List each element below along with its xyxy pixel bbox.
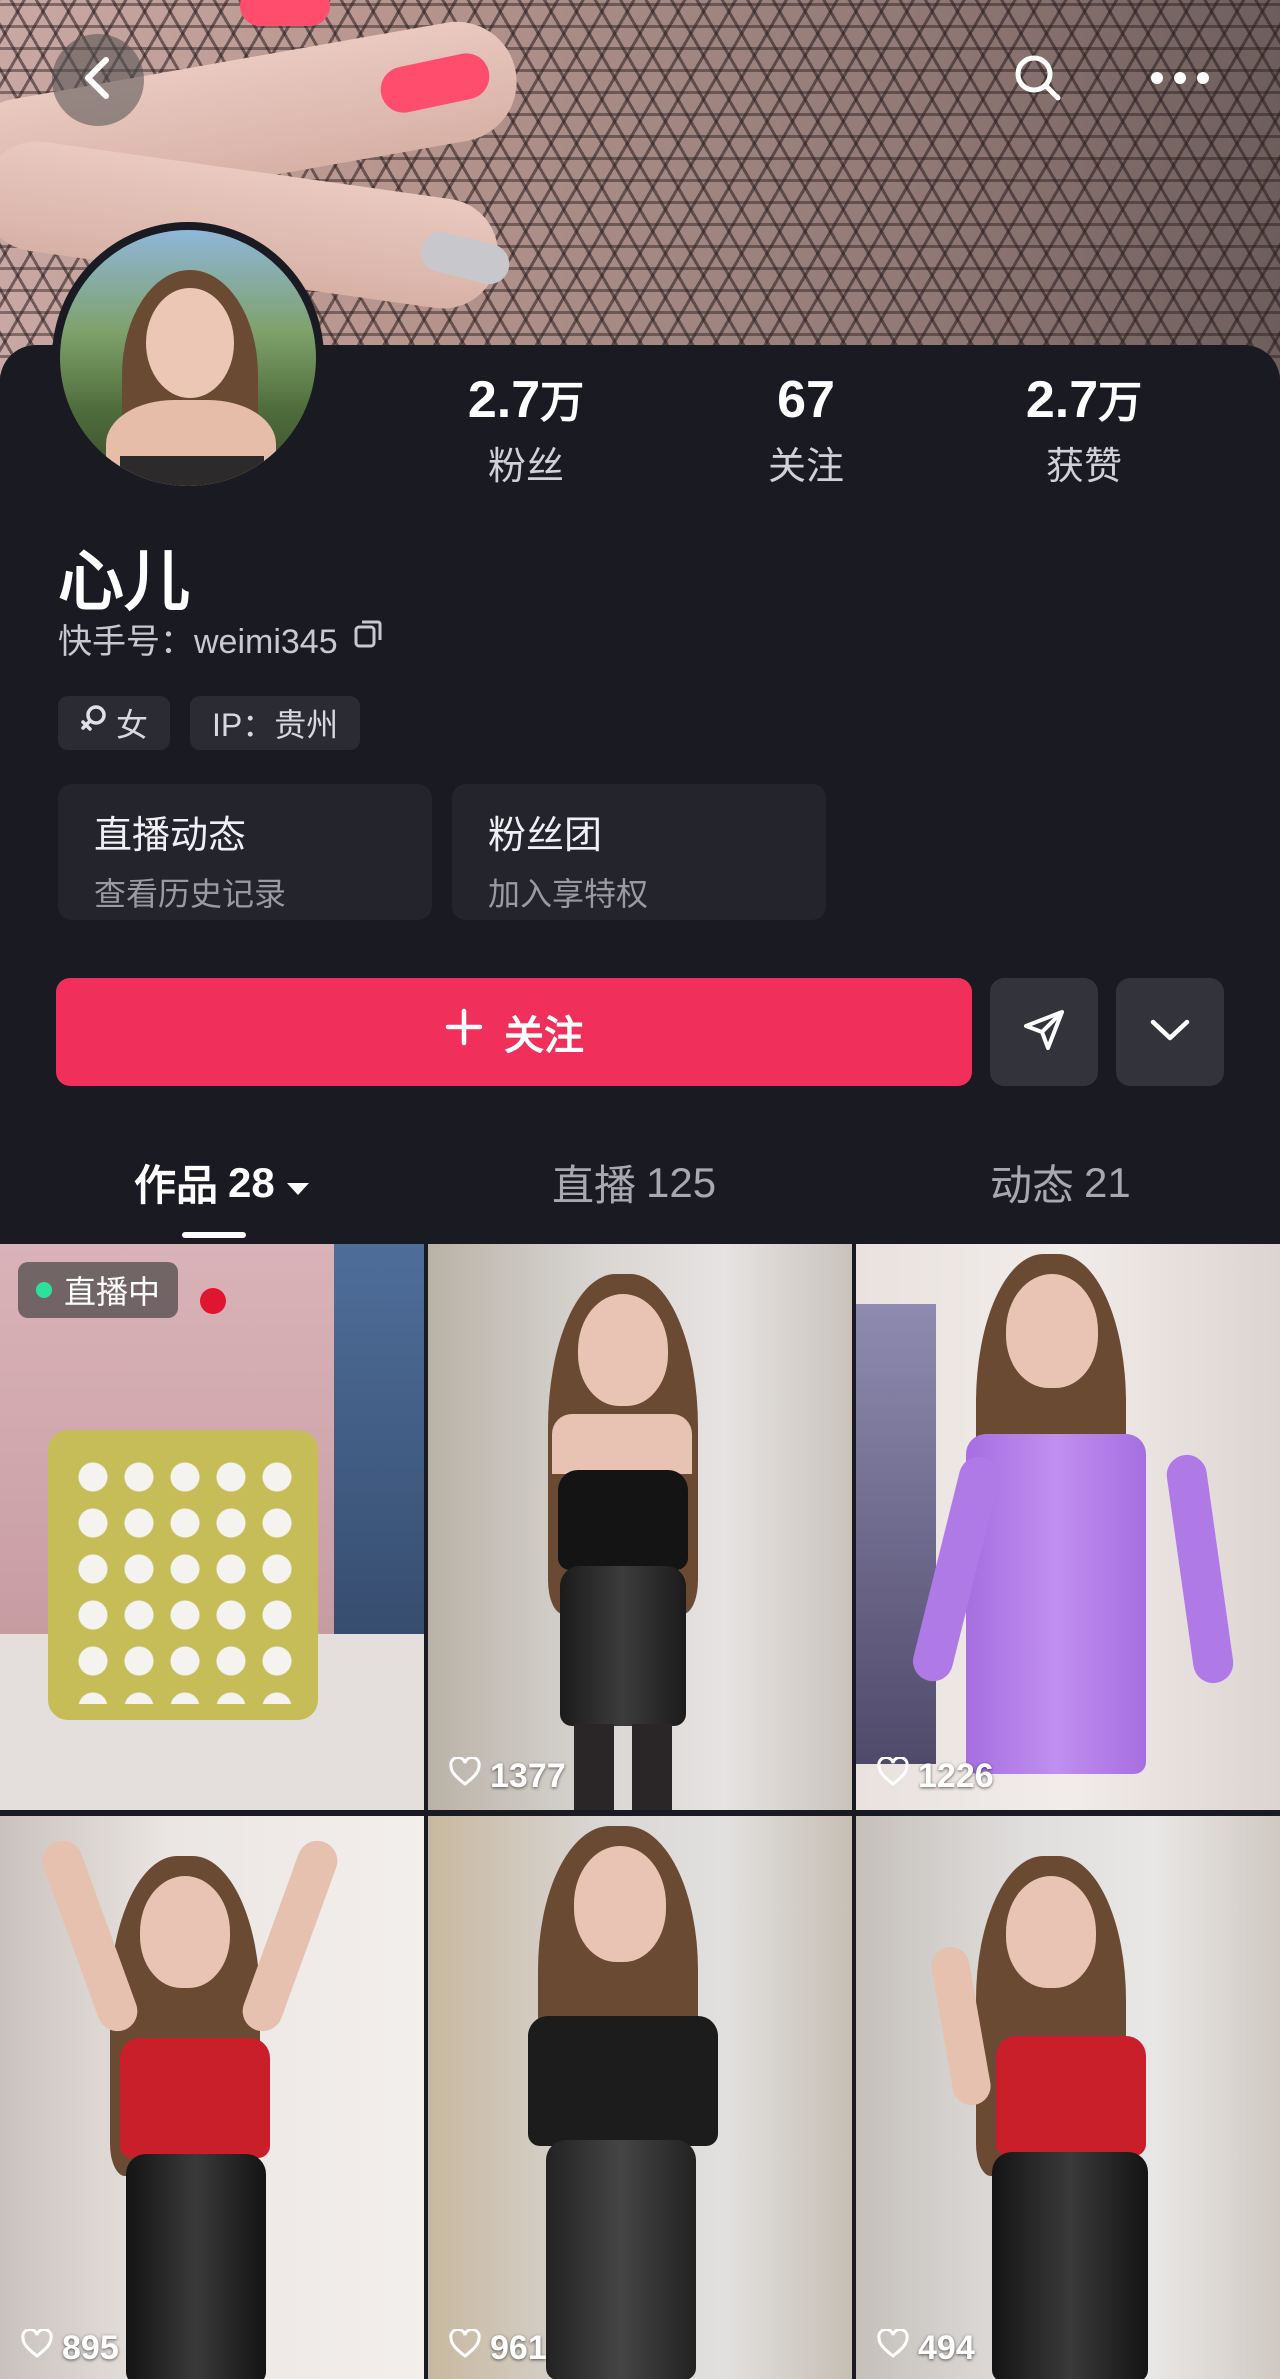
chevron-left-icon <box>78 56 118 105</box>
live-history-subtitle: 查看历史记录 <box>94 876 287 912</box>
live-history-card[interactable]: 直播动态 查看历史记录 <box>58 784 432 920</box>
follow-label: 关注 <box>504 1014 584 1058</box>
fan-club-subtitle: 加入享特权 <box>488 876 649 912</box>
heart-icon <box>448 1755 482 1796</box>
tab-indicator <box>182 1232 246 1238</box>
grid-item[interactable]: 直播中 <box>0 1244 424 1810</box>
likes-count: 1377 <box>490 1757 566 1795</box>
likes-badge: 895 <box>20 2327 119 2368</box>
heart-icon <box>876 2327 910 2368</box>
female-icon <box>80 704 108 742</box>
fans-count: 2.7 <box>467 371 541 429</box>
tab-moments-count: 21 <box>1084 1158 1131 1206</box>
kuaishou-id-value: weimi345 <box>194 623 338 661</box>
tab-live-label: 直播 <box>552 1162 637 1209</box>
likes-stat[interactable]: 2.7万 获赞 <box>974 370 1194 490</box>
fans-label: 粉丝 <box>487 446 564 488</box>
search-icon <box>1012 52 1064 109</box>
chevron-down-icon <box>1149 1016 1191 1049</box>
likes-badge: 1226 <box>876 1755 994 1796</box>
grid-item[interactable]: 961 <box>428 1816 852 2379</box>
kuaishou-id-label: 快手号： <box>58 623 194 661</box>
copy-icon[interactable] <box>352 618 384 659</box>
tab-live[interactable]: 直播 125 <box>552 1152 716 1213</box>
grid-item[interactable]: 895 <box>0 1816 424 2379</box>
following-count: 67 <box>777 371 835 429</box>
likes-count: 2.7 <box>1025 371 1099 429</box>
heart-icon <box>20 2327 54 2368</box>
likes-label: 获赞 <box>1045 446 1122 488</box>
live-badge: 直播中 <box>18 1262 179 1318</box>
tab-works[interactable]: 作品 28 <box>134 1152 311 1213</box>
likes-unit: 万 <box>1098 378 1143 427</box>
avatar[interactable] <box>52 222 324 494</box>
search-button[interactable] <box>998 40 1078 120</box>
tab-moments-label: 动态 <box>990 1162 1075 1209</box>
gender-tag: 女 <box>58 696 171 750</box>
profile-tags: 女 IP：贵州 <box>58 696 361 750</box>
following-label: 关注 <box>767 446 844 488</box>
more-dots-icon <box>1150 71 1210 90</box>
plus-icon <box>444 1007 484 1057</box>
profile-name: 心儿 <box>58 544 190 618</box>
fan-club-card[interactable]: 粉丝团 加入享特权 <box>452 784 826 920</box>
gender-text: 女 <box>116 707 149 743</box>
follow-button[interactable]: 关注 <box>56 978 972 1086</box>
tab-live-count: 125 <box>646 1158 717 1206</box>
kuaishou-id-row: 快手号：weimi345 <box>58 614 384 663</box>
content-tabs: 作品 28 直播 125 动态 21 <box>0 1152 1280 1242</box>
fans-unit: 万 <box>540 378 585 427</box>
likes-badge: 494 <box>876 2327 975 2368</box>
following-stat[interactable]: 67 关注 <box>696 370 916 490</box>
live-dot-icon <box>36 1282 52 1298</box>
grid-item[interactable]: 1377 <box>428 1244 852 1810</box>
more-options-button[interactable] <box>1116 978 1224 1086</box>
live-badge-text: 直播中 <box>64 1274 161 1310</box>
heart-icon <box>448 2327 482 2368</box>
ip-tag: IP：贵州 <box>190 696 361 750</box>
tab-works-count: 28 <box>228 1158 275 1206</box>
back-button[interactable] <box>52 34 144 126</box>
likes-count: 961 <box>490 2329 547 2367</box>
more-button[interactable] <box>1140 40 1220 120</box>
likes-count: 494 <box>918 2329 975 2367</box>
likes-badge: 961 <box>448 2327 547 2368</box>
live-history-title: 直播动态 <box>94 815 247 857</box>
fan-club-title: 粉丝团 <box>488 815 603 857</box>
grid-item[interactable]: 1226 <box>856 1244 1280 1810</box>
tab-works-label: 作品 <box>134 1162 219 1209</box>
fans-stat[interactable]: 2.7万 粉丝 <box>416 370 636 490</box>
likes-count: 895 <box>62 2329 119 2367</box>
tab-moments[interactable]: 动态 21 <box>990 1152 1131 1213</box>
share-button[interactable] <box>990 978 1098 1086</box>
likes-count: 1226 <box>918 1757 994 1795</box>
heart-icon <box>876 1755 910 1796</box>
caret-down-icon <box>285 1159 311 1207</box>
grid-item[interactable]: 494 <box>856 1816 1280 2379</box>
send-icon <box>1020 1006 1068 1059</box>
likes-badge: 1377 <box>448 1755 566 1796</box>
